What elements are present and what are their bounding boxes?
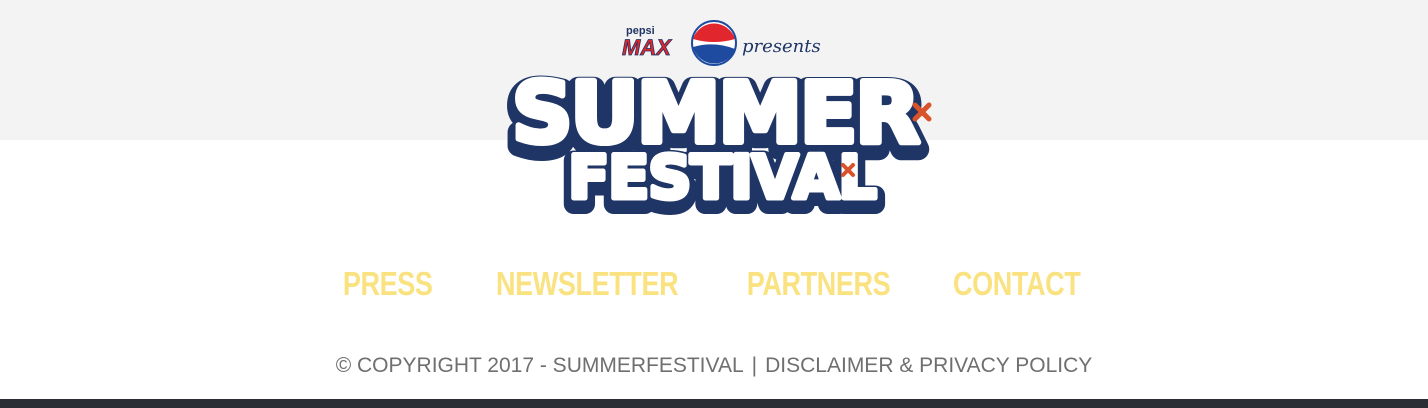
nav-press-link[interactable]: PRESS <box>343 262 433 306</box>
privacy-policy-link[interactable]: DISCLAIMER & PRIVACY POLICY <box>765 354 1092 377</box>
copyright-footer: © COPYRIGHT 2017 - SUMMERFESTIVAL | DISCLA… <box>0 352 1428 380</box>
pepsi-max-label: MAX <box>622 35 672 60</box>
copyright-text: © COPYRIGHT 2017 - SUMMERFESTIVAL <box>335 354 744 377</box>
nav-newsletter-link[interactable]: NEWSLETTER <box>496 262 679 306</box>
presents-label: presents <box>742 36 821 57</box>
summer-festival-logo-graphic: pepsi MAX presents SUMMER SUMMER FESTIVA… <box>501 20 932 226</box>
summer-festival-logo[interactable]: pepsi MAX presents SUMMER SUMMER FESTIVA… <box>460 14 970 226</box>
nav-partners-link[interactable]: PARTNERS <box>747 262 891 306</box>
footer-nav: PRESS NEWSLETTER PARTNERS CONTACT <box>0 262 1428 306</box>
festival-fill: FESTIVAL <box>568 143 875 213</box>
background-image-strip <box>0 399 1428 408</box>
footer-separator: | <box>751 354 758 377</box>
nav-contact-link[interactable]: CONTACT <box>953 262 1081 306</box>
pepsi-globe-icon <box>691 20 737 66</box>
